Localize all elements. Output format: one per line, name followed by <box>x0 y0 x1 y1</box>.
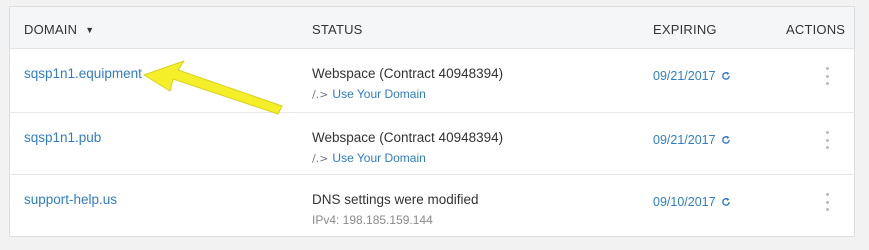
domains-table: DOMAIN ▼ STATUS EXPIRING ACTIONS sqsp1n1.… <box>9 6 855 237</box>
table-row: sqsp1n1.pub Webspace (Contract 40948394)… <box>10 113 854 175</box>
status-text: Webspace (Contract 40948394) <box>312 66 504 81</box>
status-text: Webspace (Contract 40948394) <box>312 130 504 145</box>
kebab-menu-icon[interactable] <box>823 65 831 87</box>
refresh-icon[interactable] <box>721 135 731 145</box>
yellow-arrow-annotation <box>143 60 283 115</box>
expiring-date-link[interactable]: 09/21/2017 <box>653 69 731 83</box>
expiring-date-link[interactable]: 09/21/2017 <box>653 133 731 147</box>
refresh-icon[interactable] <box>721 71 731 81</box>
expiring-date: 09/10/2017 <box>653 195 716 209</box>
column-header-expiring: EXPIRING <box>653 22 717 37</box>
status-text: DNS settings were modified <box>312 192 479 207</box>
column-header-domain[interactable]: DOMAIN ▼ <box>24 22 94 39</box>
kebab-menu-icon[interactable] <box>823 191 831 213</box>
column-header-actions: ACTIONS <box>786 22 846 37</box>
domain-link[interactable]: sqsp1n1.equipment <box>24 66 142 81</box>
status-subline: /.> Use Your Domain <box>312 151 426 165</box>
column-header-status: STATUS <box>312 22 363 37</box>
table-header: DOMAIN ▼ STATUS EXPIRING ACTIONS <box>10 7 854 49</box>
use-your-domain-link[interactable]: Use Your Domain <box>332 151 425 165</box>
refresh-icon[interactable] <box>721 197 731 207</box>
expiring-date-link[interactable]: 09/10/2017 <box>653 195 731 209</box>
domain-link[interactable]: support-help.us <box>24 192 117 207</box>
use-domain-icon: /.> <box>312 88 329 101</box>
column-header-domain-label: DOMAIN <box>24 22 78 37</box>
table-row: sqsp1n1.equipment Webspace (Contract 409… <box>10 49 854 113</box>
domain-link[interactable]: sqsp1n1.pub <box>24 130 101 145</box>
table-row: support-help.us DNS settings were modifi… <box>10 175 854 237</box>
kebab-menu-icon[interactable] <box>823 129 831 151</box>
use-domain-icon: /.> <box>312 152 329 165</box>
expiring-date: 09/21/2017 <box>653 133 716 147</box>
expiring-date: 09/21/2017 <box>653 69 716 83</box>
status-subline: /.> Use Your Domain <box>312 87 426 101</box>
caret-down-icon[interactable]: ▼ <box>85 22 94 38</box>
use-your-domain-link[interactable]: Use Your Domain <box>332 87 425 101</box>
ip-address-text: IPv4: 198.185.159.144 <box>312 213 433 227</box>
